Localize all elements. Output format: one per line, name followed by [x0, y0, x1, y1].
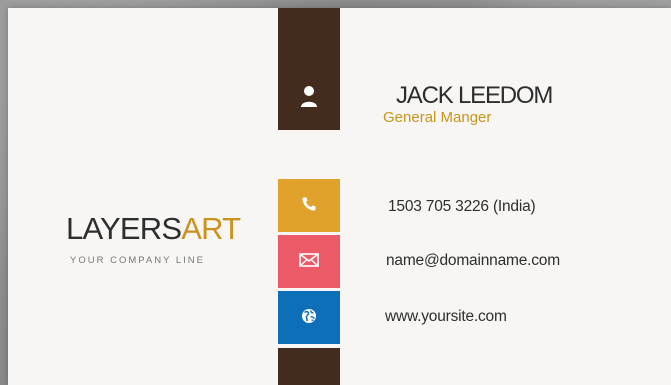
phone-tile [278, 179, 340, 232]
person-name: JACK LEEDOM [396, 82, 553, 109]
logo-part-1: LAYERS [66, 211, 182, 246]
phone-number: 1503 705 3226 (India) [388, 198, 536, 215]
person-title: General Manger [383, 109, 492, 126]
mail-icon [299, 252, 319, 271]
globe-icon [301, 308, 317, 328]
email-tile [278, 235, 340, 288]
business-card: LAYERSART YOUR COMPANY LINE JACK LEEDOM … [8, 8, 671, 385]
phone-icon [301, 196, 317, 216]
company-logo: LAYERSART [66, 213, 246, 244]
brown-strip-bottom [278, 348, 340, 385]
website-url: www.yoursite.com [385, 308, 507, 325]
website-tile [278, 291, 340, 344]
company-tagline: YOUR COMPANY LINE [70, 255, 206, 266]
logo-part-2: ART [181, 211, 241, 246]
brown-strip-top [278, 8, 340, 130]
user-icon [278, 84, 340, 108]
email-address: name@domainname.com [386, 252, 560, 269]
